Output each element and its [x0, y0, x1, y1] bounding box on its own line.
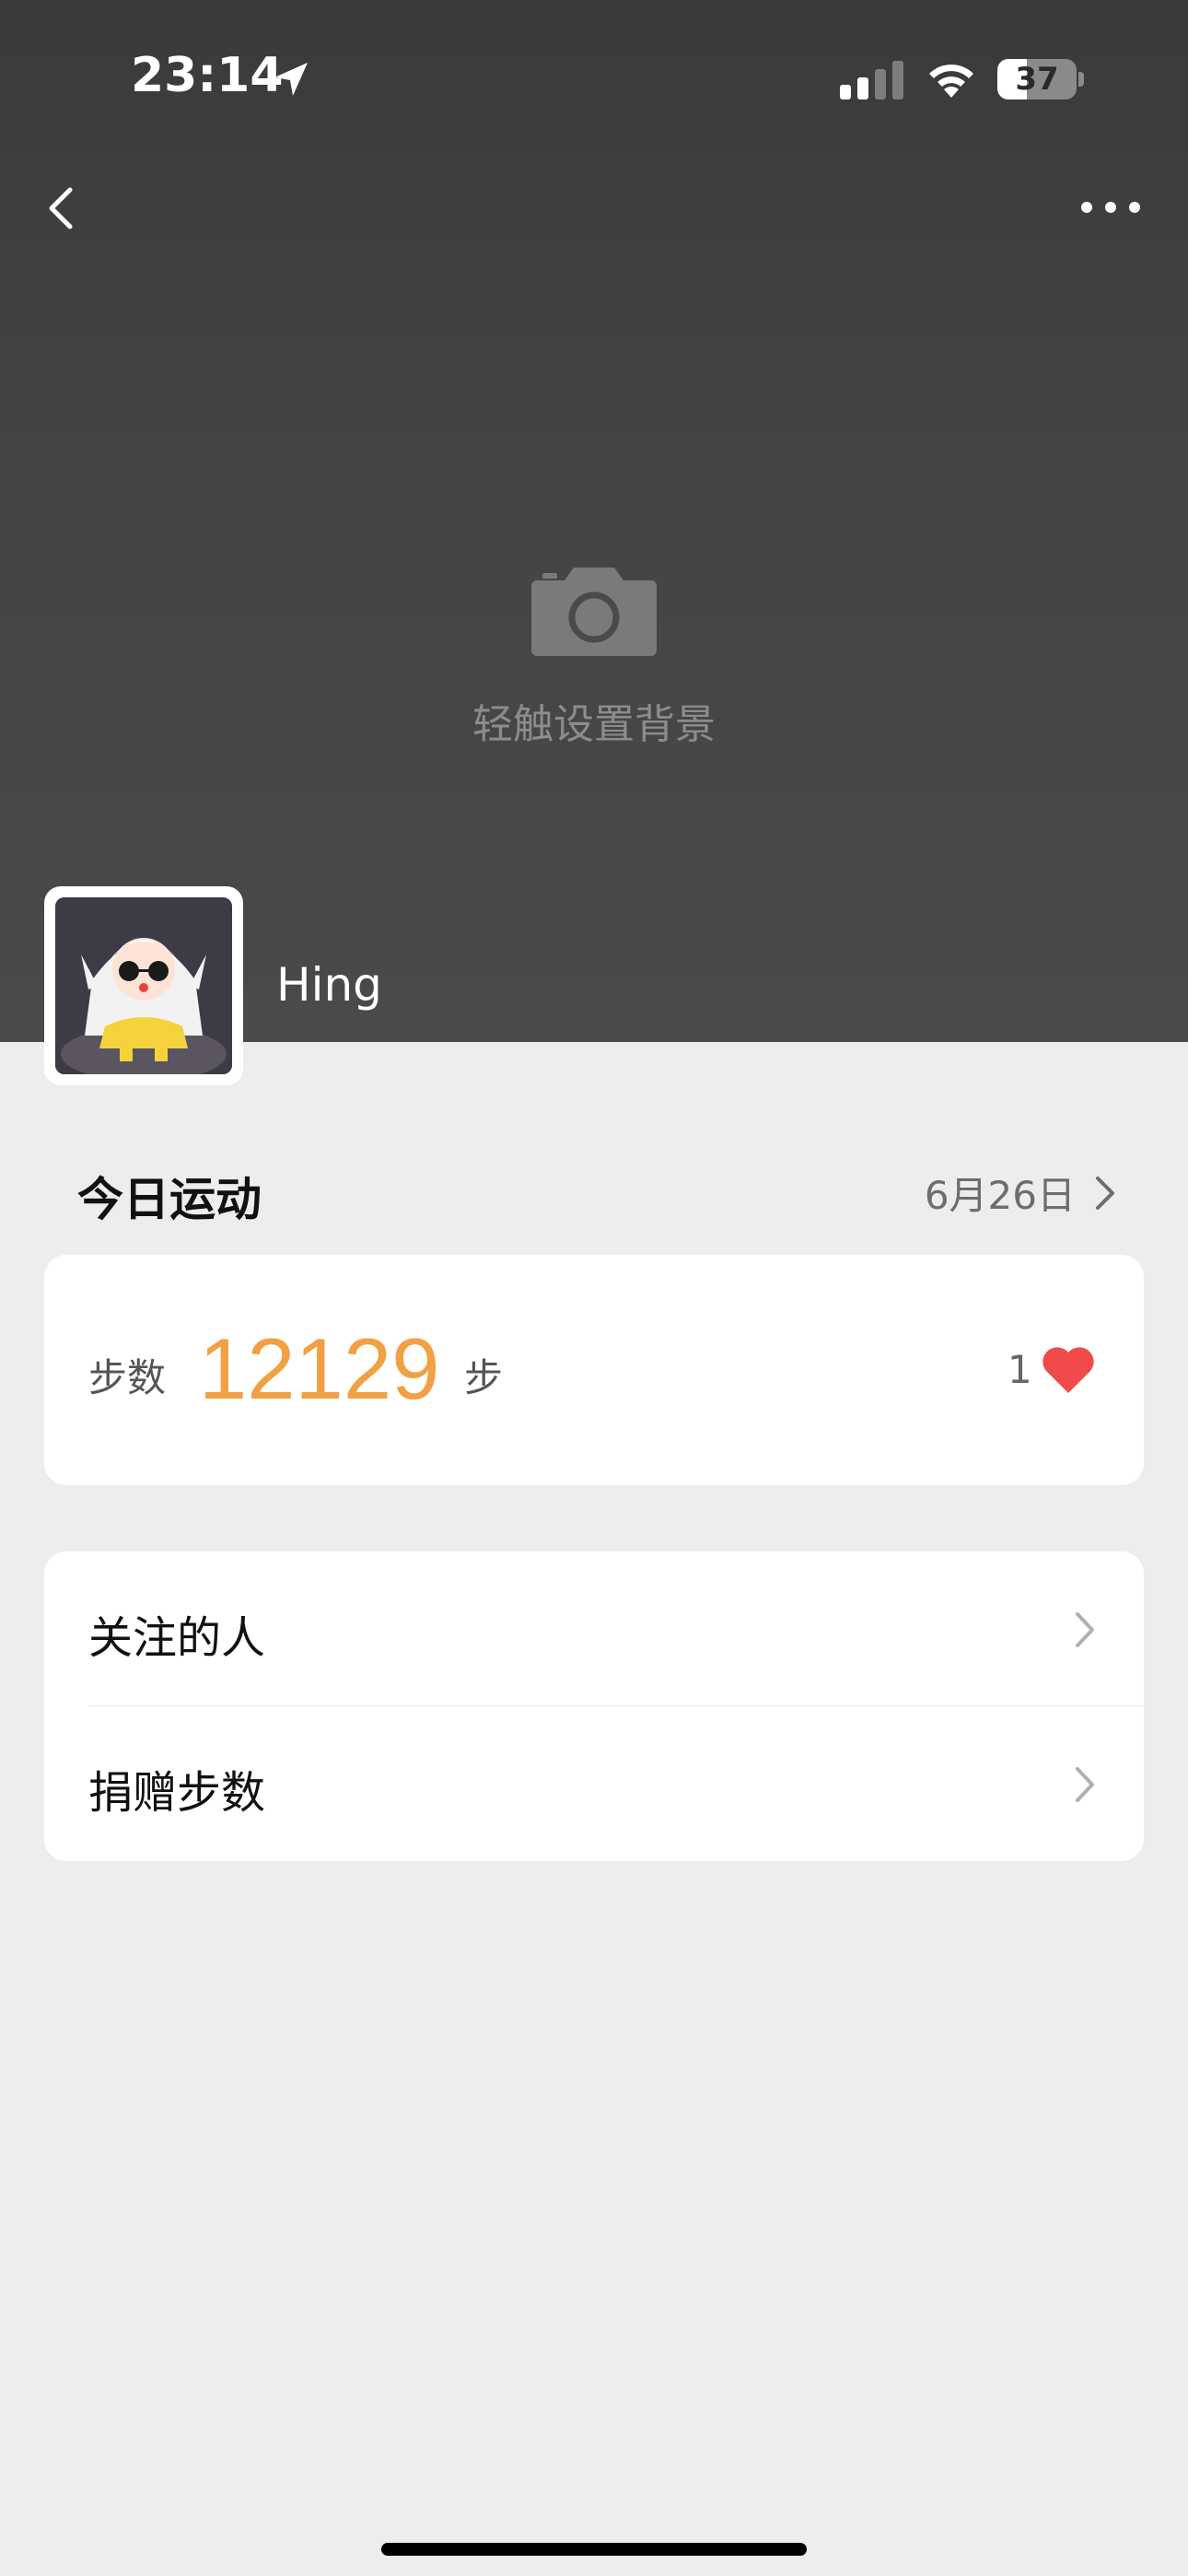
status-bar: 23:14 37 — [0, 0, 1188, 157]
list-item-label: 关注的人 — [88, 1612, 266, 1664]
camera-icon — [531, 568, 657, 656]
steps-label: 步数 — [88, 1355, 167, 1400]
avatar[interactable] — [44, 886, 243, 1085]
menu-list: 关注的人 捐赠步数 — [44, 1551, 1144, 1861]
steps-card[interactable]: 步数 12129 步 1 — [44, 1255, 1144, 1485]
set-background-label: 轻触设置背景 — [472, 701, 716, 748]
steps-value: 12129 — [199, 1320, 440, 1417]
signal-icon — [840, 61, 903, 100]
location-icon — [274, 63, 308, 96]
chevron-right-icon — [1096, 1176, 1114, 1210]
list-item-donate-steps[interactable]: 捐赠步数 — [44, 1706, 1144, 1861]
chevron-right-icon — [1076, 1767, 1094, 1802]
steps-unit: 步 — [464, 1355, 504, 1400]
heart-icon[interactable] — [1041, 1345, 1096, 1395]
wifi-icon — [929, 64, 973, 98]
list-item-label: 捐赠步数 — [88, 1767, 266, 1819]
battery-body: 37 — [997, 59, 1077, 100]
list-item-following[interactable]: 关注的人 — [44, 1551, 1144, 1706]
today-date-button[interactable]: 6月26日 — [925, 1165, 1118, 1221]
chevron-right-icon — [1076, 1612, 1094, 1647]
battery-icon: 37 — [997, 59, 1084, 100]
avatar-illustration — [55, 897, 232, 1074]
like-count: 1 — [1007, 1347, 1032, 1392]
avatar-image — [55, 897, 232, 1074]
set-background-button[interactable]: 轻触设置背景 — [410, 553, 778, 765]
battery-percentage: 37 — [1015, 61, 1059, 98]
home-indicator[interactable] — [381, 2543, 807, 2556]
back-icon[interactable] — [37, 175, 101, 240]
page: 23:14 37 轻触设置背景 Hing 今日运动 6月26日 步数 12129… — [0, 0, 1188, 2576]
battery-tip — [1078, 72, 1084, 87]
status-time: 23:14 — [131, 48, 284, 103]
user-name: Hing — [276, 958, 382, 1012]
today-date-label: 6月26日 — [924, 1173, 1076, 1218]
today-title: 今日运动 — [77, 1173, 262, 1226]
more-icon[interactable] — [1074, 180, 1147, 235]
